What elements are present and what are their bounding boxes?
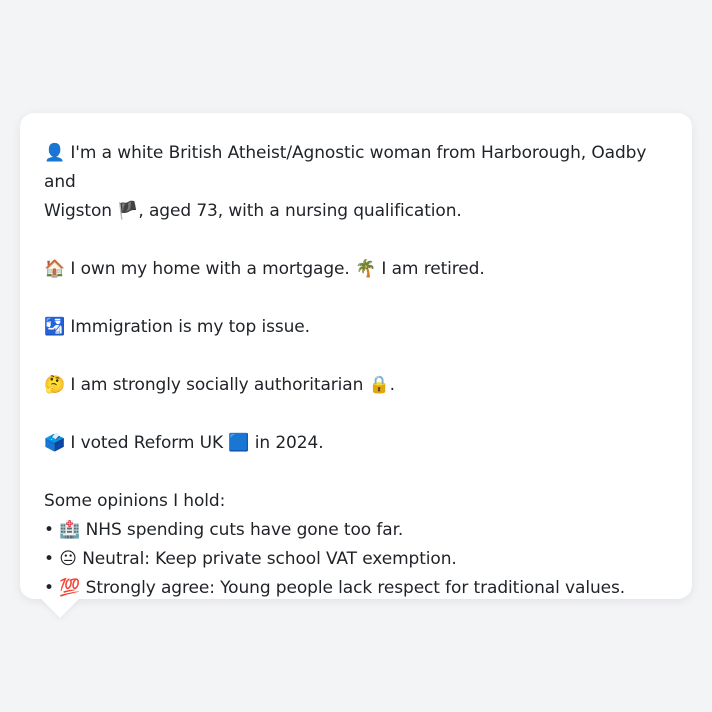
opinions-header: Some opinions I hold: — [44, 491, 226, 511]
issue-paragraph: 🛂 Immigration is my top issue. — [44, 313, 668, 342]
intro-text-line2b: , aged 73, with a nursing qualification. — [138, 201, 462, 221]
intro-paragraph: 👤 I'm a white British Atheist/Agnostic w… — [44, 139, 668, 226]
bullet: • — [44, 520, 54, 540]
stance-paragraph: 🤔 I am strongly socially authoritarian 🔒… — [44, 371, 668, 400]
opinion-text: Neutral: Keep private school VAT exempti… — [82, 549, 457, 569]
person-icon: 👤 — [44, 143, 66, 163]
bullet: • — [44, 578, 54, 598]
opinions-section: Some opinions I hold: • 🏥 NHS spending c… — [44, 487, 668, 603]
vote-text: I voted Reform UK — [70, 433, 224, 453]
retired-text: I am retired. — [381, 259, 485, 279]
list-item: • 💯 Strongly agree: Young people lack re… — [44, 574, 668, 603]
vote-year-text: in 2024. — [254, 433, 324, 453]
vote-paragraph: 🗳️ I voted Reform UK 🟦 in 2024. — [44, 429, 668, 458]
palm-tree-icon: 🌴 — [355, 259, 377, 279]
home-text: I own my home with a mortgage. — [70, 259, 350, 279]
thinking-face-icon: 🤔 — [44, 375, 66, 395]
opinion-text: NHS spending cuts have gone too far. — [85, 520, 404, 540]
lock-icon: 🔒 — [368, 375, 390, 395]
ballot-box-icon: 🗳️ — [44, 433, 66, 453]
hospital-icon: 🏥 — [59, 520, 81, 540]
england-flag-icon: 🏴 — [117, 201, 139, 221]
neutral-face-icon: 😐 — [59, 549, 77, 569]
issue-text: Immigration is my top issue. — [70, 317, 310, 337]
stance-suffix: . — [389, 375, 395, 395]
house-icon: 🏠 — [44, 259, 66, 279]
passport-control-icon: 🛂 — [44, 317, 66, 337]
home-paragraph: 🏠 I own my home with a mortgage. 🌴 I am … — [44, 255, 668, 284]
hundred-points-icon: 💯 — [59, 578, 81, 598]
bullet: • — [44, 549, 54, 569]
list-item: • 😐 Neutral: Keep private school VAT exe… — [44, 545, 668, 574]
blue-square-icon: 🟦 — [228, 433, 250, 453]
list-item: • 🏥 NHS spending cuts have gone too far. — [44, 516, 668, 545]
opinions-list: • 🏥 NHS spending cuts have gone too far.… — [44, 516, 668, 603]
intro-text-line2a: Wigston — [44, 201, 112, 221]
opinion-text: Strongly agree: Young people lack respec… — [85, 578, 626, 598]
chat-bubble: 👤 I'm a white British Atheist/Agnostic w… — [20, 113, 692, 599]
intro-text-line1: I'm a white British Atheist/Agnostic wom… — [44, 143, 647, 192]
bubble-content: 👤 I'm a white British Atheist/Agnostic w… — [44, 139, 668, 603]
stance-text: I am strongly socially authoritarian — [70, 375, 364, 395]
bubble-tail — [40, 598, 80, 618]
